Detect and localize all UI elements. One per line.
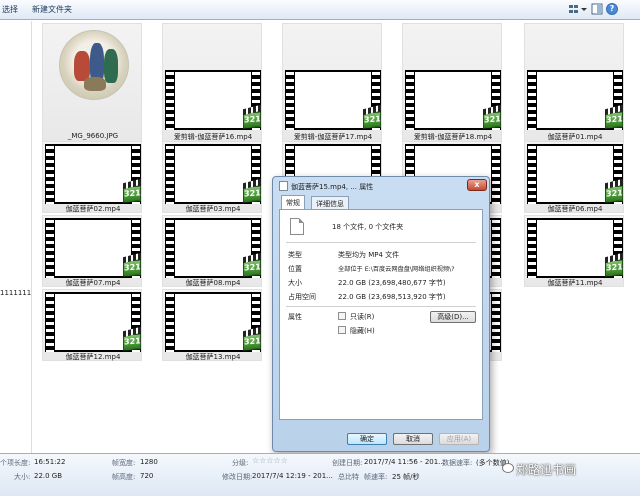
file-tile-video[interactable]: 321 伽蓝菩萨01.mp4 (524, 23, 624, 145)
type-value: 类型均为 MP4 文件 (338, 251, 400, 259)
media-player-badge-icon: 321 (605, 111, 623, 129)
file-tile-video[interactable]: 321 伽蓝菩萨06.mp4 (524, 141, 624, 213)
selected-count: 个项 (0, 459, 14, 467)
general-panel: 18 个文件, 0 个文件夹 类型 类型均为 MP4 文件 位置 全部位于 E:… (279, 209, 483, 420)
summary-text: 18 个文件, 0 个文件夹 (332, 223, 404, 231)
new-folder-button[interactable]: 新建文件夹 (32, 4, 72, 15)
close-button[interactable]: x (467, 179, 487, 191)
file-icon (279, 181, 288, 191)
media-player-badge-icon: 321 (123, 333, 141, 351)
frame-rate-label: 帧速率: (364, 473, 388, 481)
size-value[interactable]: 22.0 GB (34, 472, 62, 480)
file-tile-video[interactable]: 321 伽蓝菩萨07.mp4 (42, 215, 142, 287)
file-name: 伽蓝菩萨11.mp4 (547, 279, 603, 287)
file-name: 伽蓝菩萨07.mp4 (65, 279, 121, 287)
file-tile-video[interactable]: 321 伽蓝菩萨03.mp4 (162, 141, 262, 213)
media-player-badge-icon: 321 (243, 333, 261, 351)
properties-dialog: 伽蓝菩萨15.mp4, ... 属性 x 常规 详细信息 18 个文件, 0 个… (272, 176, 490, 452)
size-label: 大小 (288, 279, 302, 287)
file-tile-video[interactable]: 321 伽蓝菩萨13.mp4 (162, 289, 262, 361)
apply-button[interactable]: 应用(A) (439, 433, 479, 445)
media-player-badge-icon: 321 (483, 111, 501, 129)
type-label: 类型 (288, 251, 302, 259)
length-value[interactable]: 16:51:22 (34, 458, 65, 466)
media-player-badge-icon: 321 (605, 185, 623, 203)
created-value[interactable]: 2017/7/4 11:56 - 201... (364, 458, 445, 466)
readonly-label[interactable]: 只读(R) (350, 312, 374, 322)
divider (286, 306, 476, 307)
file-tile-image[interactable]: _MG_9660.JPG (42, 23, 142, 145)
file-name: 伽蓝菩萨12.mp4 (65, 353, 121, 361)
tab-details[interactable]: 详细信息 (311, 196, 349, 209)
rating-stars-icon[interactable]: ☆☆☆☆☆ (252, 456, 288, 465)
file-tile-video[interactable]: 321 伽蓝菩萨12.mp4 (42, 289, 142, 361)
cancel-button[interactable]: 取消 (393, 433, 433, 445)
file-name: _MG_9660.JPG (67, 132, 119, 140)
media-player-badge-icon: 321 (243, 111, 261, 129)
rating-label: 分级: (232, 459, 249, 467)
nav-item-partial[interactable]: 1111111 (0, 289, 31, 297)
divider (286, 242, 476, 243)
attributes-label: 属性 (288, 313, 302, 321)
photo-thumbnail (59, 30, 129, 100)
media-player-badge-icon: 321 (123, 185, 141, 203)
modified-value[interactable]: 2017/7/4 12:19 - 201... (252, 472, 333, 480)
total-bitrate-label: 总比特 (338, 473, 359, 481)
media-player-badge-icon: 321 (123, 259, 141, 277)
size-value: 22.0 GB (23,698,480,677 字节) (338, 279, 446, 287)
wechat-icon (502, 463, 514, 473)
tab-bar: 常规 详细信息 (281, 195, 481, 209)
file-name: 伽蓝菩萨02.mp4 (65, 205, 121, 213)
frame-width-label: 帧宽度: (112, 459, 136, 467)
size-on-disk-label: 占用空间 (288, 293, 316, 301)
advanced-button[interactable]: 高级(D)... (430, 311, 476, 323)
media-player-badge-icon: 321 (243, 185, 261, 203)
modified-label: 修改日期: (222, 473, 253, 481)
file-name: 伽蓝菩萨08.mp4 (185, 279, 241, 287)
file-tile-video[interactable]: 321 爱剪辑-伽蓝菩萨16.mp4 (162, 23, 262, 145)
frame-width-value[interactable]: 1280 (140, 458, 158, 466)
ok-button[interactable]: 确定 (347, 433, 387, 445)
file-name: 伽蓝菩萨03.mp4 (185, 205, 241, 213)
readonly-checkbox[interactable] (338, 312, 346, 320)
tab-general[interactable]: 常规 (281, 195, 305, 209)
hidden-checkbox[interactable] (338, 326, 346, 334)
file-tile-video[interactable]: 321 伽蓝菩萨02.mp4 (42, 141, 142, 213)
media-player-badge-icon: 321 (243, 259, 261, 277)
media-player-badge-icon: 321 (605, 259, 623, 277)
file-name: 伽蓝菩萨06.mp4 (547, 205, 603, 213)
file-tile-video[interactable]: 321 爱剪辑-伽蓝菩萨17.mp4 (282, 23, 382, 145)
data-rate-label: 数据速率: (442, 459, 473, 467)
frame-height-label: 帧高度: (112, 473, 136, 481)
multiple-files-icon (290, 218, 304, 235)
toolbar: 选择 新建文件夹 ? (0, 0, 640, 20)
select-button[interactable]: 选择 (2, 4, 18, 15)
hidden-label[interactable]: 隐藏(H) (350, 326, 375, 336)
file-tile-video[interactable]: 321 爱剪辑-伽蓝菩萨18.mp4 (402, 23, 502, 145)
location-value: 全部位于 E:\百度云网盘盘\网络组织视频\? (338, 266, 455, 273)
created-label: 创建日期: (332, 459, 363, 467)
preview-pane-icon[interactable] (591, 3, 603, 15)
size-label: 大小: (14, 473, 31, 481)
navigation-pane: 1111111 (0, 21, 32, 453)
size-on-disk-value: 22.0 GB (23,698,513,920 字节) (338, 293, 446, 301)
frame-rate-value[interactable]: 25 帧/秒 (392, 472, 420, 482)
view-options-icon[interactable] (568, 3, 580, 15)
frame-height-value[interactable]: 720 (140, 472, 153, 480)
location-label: 位置 (288, 265, 302, 273)
file-name: 伽蓝菩萨13.mp4 (185, 353, 241, 361)
file-tile-video[interactable]: 321 伽蓝菩萨08.mp4 (162, 215, 262, 287)
media-player-badge-icon: 321 (363, 111, 381, 129)
watermark-text: 郑路迅书画 (516, 463, 577, 477)
dialog-title: 伽蓝菩萨15.mp4, ... 属性 (291, 183, 374, 191)
help-icon[interactable]: ? (606, 3, 618, 15)
file-tile-video[interactable]: 321 伽蓝菩萨11.mp4 (524, 215, 624, 287)
length-label: 长度: (14, 459, 31, 467)
